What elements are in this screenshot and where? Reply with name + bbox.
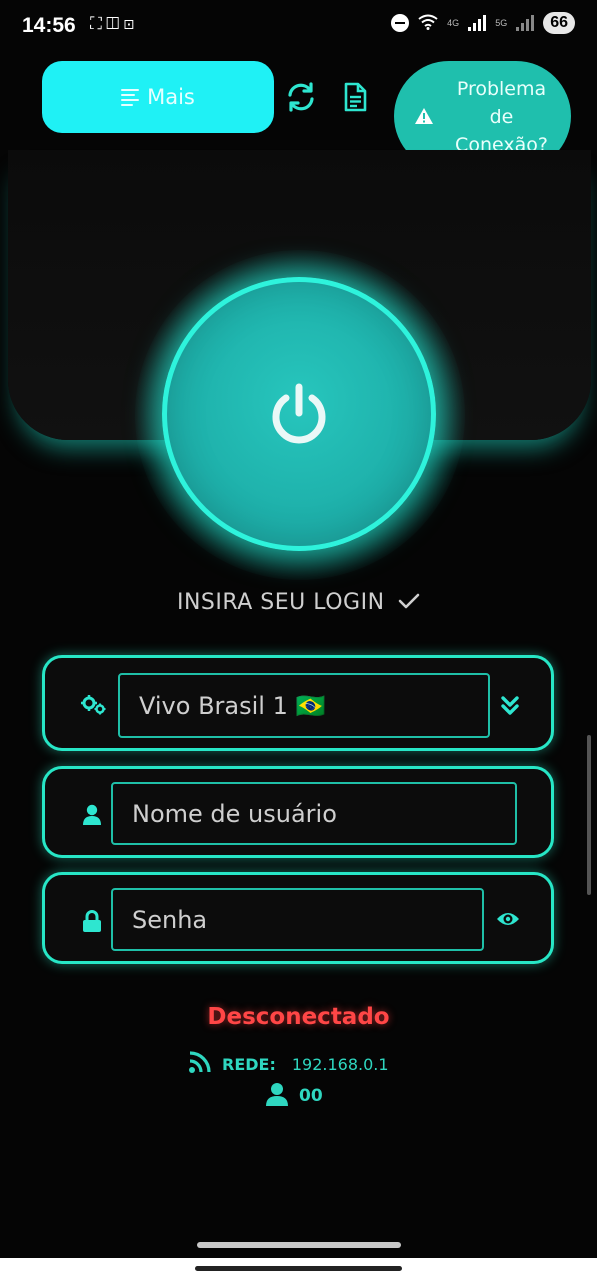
menu-icon: [121, 88, 140, 106]
user-count-icon: [265, 1082, 289, 1110]
mais-label: Mais: [147, 85, 195, 109]
network-type-label-2: 5G: [495, 18, 508, 28]
bottom-strip: [0, 1258, 597, 1280]
warning-icon: [414, 107, 434, 129]
login-heading: INSIRA SEU LOGIN: [0, 590, 597, 615]
user-icon: [82, 804, 102, 830]
network-ip: 192.168.0.1: [291, 1054, 389, 1074]
notification-icon: ◫: [105, 14, 124, 33]
fullscreen-icon: ⛶: [90, 14, 106, 33]
username-input[interactable]: Nome de usuário: [111, 782, 517, 845]
check-icon: [392, 590, 420, 615]
signal-icon-2: [516, 15, 535, 31]
status-right: 4G 5G 66: [391, 12, 575, 34]
document-icon: [338, 82, 372, 118]
network-type-label: 4G: [447, 18, 460, 28]
server-select[interactable]: Vivo Brasil 1 🇧🇷: [118, 673, 490, 738]
power-icon: [266, 381, 332, 451]
user-count: 00: [299, 1086, 323, 1106]
rss-icon: [188, 1050, 212, 1078]
mais-button[interactable]: Mais: [42, 61, 274, 133]
refresh-button[interactable]: [284, 80, 318, 114]
server-select-value: Vivo Brasil 1 🇧🇷: [139, 691, 326, 720]
home-indicator[interactable]: [197, 1242, 401, 1248]
password-input[interactable]: Senha: [111, 888, 484, 951]
eye-icon[interactable]: [496, 909, 520, 933]
signal-icon: [468, 15, 487, 31]
scrollbar[interactable]: [587, 735, 591, 895]
refresh-icon: [284, 82, 318, 118]
network-label: REDE:: [222, 1054, 276, 1074]
status-time: 14:56: [22, 14, 76, 37]
status-left-icons: ⛶◫⊡: [90, 14, 138, 34]
username-field: Nome de usuário: [42, 766, 554, 858]
server-field: Vivo Brasil 1 🇧🇷: [42, 655, 554, 751]
wifi-icon: [418, 14, 438, 33]
status-bar: 14:56 ⛶◫⊡ 4G 5G 66: [0, 0, 597, 52]
battery-indicator: 66: [543, 12, 575, 34]
lock-icon: [82, 910, 102, 936]
connection-status: Desconectado: [207, 1004, 390, 1030]
password-placeholder: Senha: [132, 905, 208, 934]
gears-icon: [81, 695, 107, 719]
screen-record-icon: ⊡: [123, 14, 139, 33]
bottom-gesture-bar[interactable]: [195, 1266, 402, 1271]
double-chevron-down-icon[interactable]: [500, 695, 520, 721]
document-button[interactable]: [338, 80, 372, 114]
network-row: REDE: 192.168.0.1: [188, 1050, 389, 1078]
power-button[interactable]: [162, 277, 436, 551]
users-row: 00: [265, 1082, 323, 1110]
login-heading-text: INSIRA SEU LOGIN: [176, 590, 385, 615]
username-placeholder: Nome de usuário: [132, 799, 337, 828]
password-field: Senha: [42, 872, 554, 964]
do-not-disturb-icon: [391, 14, 410, 32]
connection-problem-label: Problema de Conexão?: [455, 78, 548, 156]
